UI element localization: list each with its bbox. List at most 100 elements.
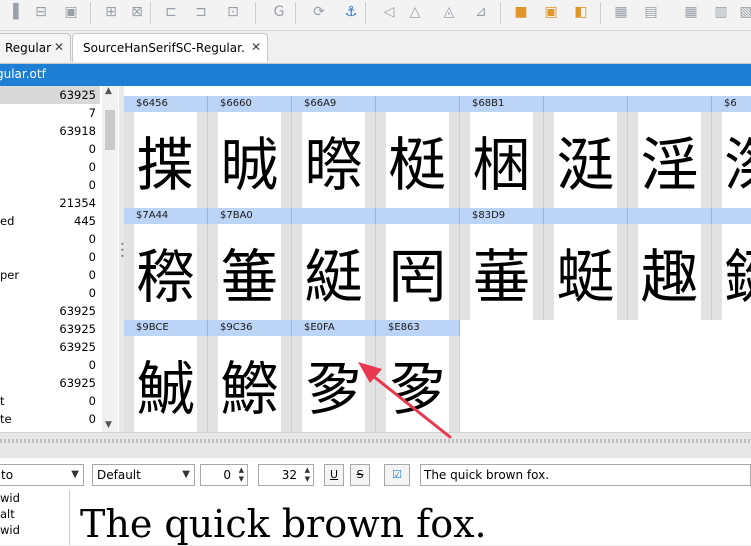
table-alt-icon[interactable]: ▥ [710,0,732,24]
stats-row[interactable]: per 0 [0,266,100,284]
glyph: 趣 [638,224,701,320]
glyph: 罔 [386,224,449,320]
subtract-icon[interactable]: ◧ [570,0,592,24]
close-icon[interactable]: ✕ [251,40,261,54]
table-compact-icon[interactable]: ▧ [735,0,751,24]
stats-value: 0 [88,232,96,246]
stats-row[interactable]: 63925 [0,374,100,392]
stats-row[interactable]: 0 [0,158,100,176]
stats-row[interactable]: 63925 [0,320,100,338]
grid-toggle-icon[interactable]: ▤ [640,0,662,24]
glyph-cell[interactable]: 菙 [460,224,544,320]
align-right-icon[interactable]: ▣ [60,0,82,24]
glyph-g-icon[interactable]: G [268,0,290,24]
feature-item[interactable]: wid [0,522,69,538]
stats-row[interactable]: 7 [0,104,100,122]
horizontal-splitter[interactable] [0,432,751,460]
stats-row[interactable]: 0 [0,140,100,158]
stats-row[interactable]: 0 [0,248,100,266]
glyph-cell[interactable]: 㚉 [376,336,460,432]
glyph-cell[interactable]: 揲 [124,112,208,208]
stats-row[interactable]: 0 [0,284,100,302]
rotate-icon[interactable]: ⟳ [308,0,330,24]
stats-row[interactable]: 0 [0,230,100,248]
tab-source-han-serif[interactable]: SourceHanSerifSC-Regular. ✕ [72,33,268,62]
stats-label: ed [0,214,15,228]
close-icon[interactable]: ✕ [54,40,64,54]
glyph-cell[interactable]: 晠 [208,112,292,208]
stats-value: 0 [88,412,96,426]
glyph-cell[interactable]: 涏 [544,112,628,208]
feature-item[interactable]: wid [0,490,69,506]
glyph-cell[interactable]: 蜓 [544,224,628,320]
union-icon[interactable]: ■ [510,0,532,24]
distribute-h-icon[interactable]: ⊞ [100,0,122,24]
stats-row[interactable]: 63925 [0,338,100,356]
scroll-down-icon[interactable]: ▼ [105,420,112,430]
glyph-cell[interactable]: 鯎 [124,336,208,432]
tab-source-sans[interactable]: Regular ✕ [0,33,71,62]
stats-value: 0 [88,142,96,156]
glyph-stats-panel: 63925 7 63918 0 0 0 21354 ed 445 0 0 per 0 0 63925 6392… [0,86,120,432]
strike-button[interactable]: S [350,464,370,486]
skew-icon[interactable]: ◬ [438,0,460,24]
glyph-cell[interactable]: 穄 [124,224,208,320]
table-icon[interactable]: ▦ [680,0,702,24]
stats-value: 0 [88,250,96,264]
feature-select[interactable]: to ▼ [0,464,84,486]
align-middle-icon[interactable]: ⊐ [190,0,212,24]
intersect-icon[interactable]: ▣ [540,0,562,24]
glyph-code-header [376,208,460,224]
anchor-icon[interactable]: ⚓ [340,0,362,24]
glyph-cell[interactable]: 鋌 [712,224,751,320]
stats-row[interactable]: 0 [0,356,100,374]
mode-select[interactable]: Default ▼ [92,464,195,486]
feature-item[interactable]: alt [0,506,69,522]
stats-row[interactable]: 21354 [0,194,100,212]
glyph-cell[interactable]: 罔 [376,224,460,320]
glyph-cell[interactable]: 㚉 [292,336,376,432]
glyph-cell[interactable]: 綎 [292,224,376,320]
underline-button[interactable]: U [324,464,344,486]
scroll-up-icon[interactable]: ▲ [105,86,112,96]
stats-row[interactable]: 63918 [0,122,100,140]
glyph-cell[interactable]: 趣 [628,224,712,320]
stats-row[interactable]: t0 [0,392,100,410]
glyph-cell[interactable]: 梱 [460,112,544,208]
align-center-icon[interactable]: ⊟ [30,0,52,24]
glyph: 暩 [302,112,365,208]
flip-h-icon[interactable]: ◁ [378,0,400,24]
glyph-cell[interactable]: 鰶 [208,336,292,432]
align-bottom-icon[interactable]: ⊡ [222,0,244,24]
stats-value: 0 [88,286,96,300]
flip-v-icon[interactable]: △ [404,0,426,24]
size-stepper[interactable]: 32 ▲ ▼ [258,464,314,486]
offset-stepper[interactable]: 0 ▲ ▼ [200,464,248,486]
align-top-icon[interactable]: ⊏ [160,0,182,24]
scrollbar[interactable]: ▲ ▼ [102,86,118,432]
tab-bar: Regular ✕ SourceHanSerifSC-Regular. ✕ [0,31,751,64]
stats-row[interactable]: 63925 [0,86,100,104]
scrollbar-thumb[interactable] [105,110,115,150]
stats-row[interactable]: ed 445 [0,212,100,230]
glyph: 梱 [470,112,533,208]
stats-row[interactable]: 63925 [0,302,100,320]
grid-icon[interactable]: ▦ [610,0,632,24]
stats-row[interactable]: te 0 [0,410,100,428]
transform-icon[interactable]: ⊿ [470,0,492,24]
glyph-code-header: $7A44 [124,208,208,224]
checkbox-icon[interactable]: ☑ [384,464,410,486]
distribute-v-icon[interactable]: ⊠ [126,0,148,24]
glyph-cell[interactable]: 箠 [208,224,292,320]
spin-arrows-icon[interactable]: ▲ ▼ [305,466,310,484]
align-left-icon[interactable]: ▐ [2,0,24,24]
spin-arrows-icon[interactable]: ▲ ▼ [239,466,244,484]
glyph-code-header: $9BCE [124,320,208,336]
stats-row[interactable]: 0 [0,176,100,194]
glyph-cell[interactable]: 暩 [292,112,376,208]
glyph-cell[interactable]: 淫 [628,112,712,208]
glyph-cell[interactable]: 梃 [376,112,460,208]
glyph-cell[interactable]: 滐 [712,112,751,208]
sample-text-input[interactable]: The quick brown fox. [420,464,751,486]
glyph-code-header: $6660 [208,96,292,112]
